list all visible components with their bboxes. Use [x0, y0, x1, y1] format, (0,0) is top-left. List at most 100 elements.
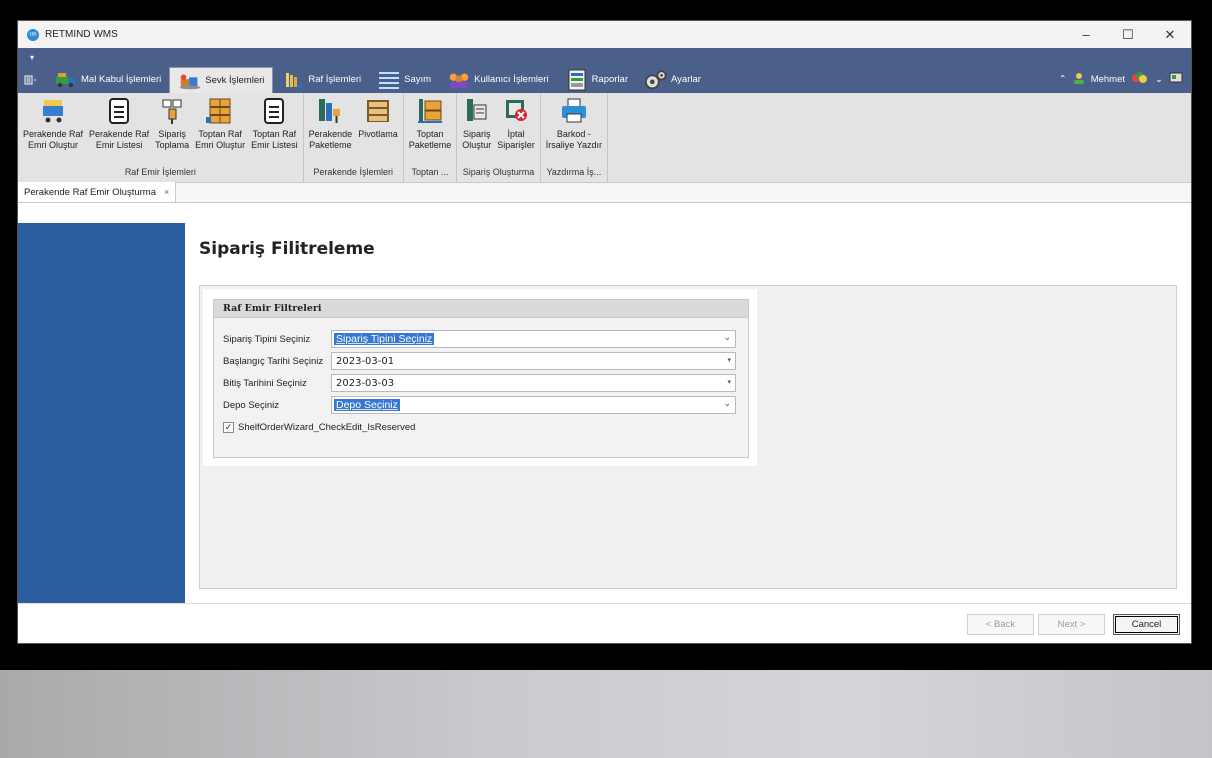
barkod-irsaliye-yazdir-button[interactable]: Barkod - İrsaliye Yazdır	[543, 93, 605, 165]
end-date-value: 2023-03-03	[336, 377, 395, 389]
gears-icon	[644, 69, 668, 90]
document-tab[interactable]: Perakende Raf Emir Oluşturma ×	[18, 182, 177, 202]
tab-raf[interactable]: Raf İşlemleri	[273, 66, 369, 93]
button-label-line1: Toptan Raf	[198, 129, 242, 139]
button-label-line1: Perakende Raf	[23, 129, 84, 139]
wizard-footer: < Back Next > Cancel	[18, 603, 1191, 643]
quick-access-menu-icon[interactable]: ▾	[30, 53, 34, 62]
button-label-line2: Emri Oluştur	[28, 140, 79, 150]
ribbon-group-yazdirma: Barkod - İrsaliye Yazdır Yazdırma İş...	[541, 93, 608, 182]
close-button[interactable]: ✕	[1149, 21, 1191, 48]
chevron-down-icon[interactable]: ⌄	[723, 332, 731, 343]
minimize-button[interactable]: –	[1065, 21, 1107, 48]
tab-label: Sayım	[404, 74, 432, 85]
dropdown-arrow-icon[interactable]: ▾	[727, 378, 731, 386]
back-button[interactable]: < Back	[967, 614, 1034, 635]
is-reserved-checkbox-row[interactable]: ✓ ShelfOrderWizard_CheckEdit_IsReserved	[223, 420, 415, 434]
button-label-line1: Pivotlama	[358, 129, 398, 139]
tab-ayarlar[interactable]: Ayarlar	[636, 66, 709, 93]
ribbon-group-siparis-olusturma: Sipariş Oluştur İptal Siparişler Sipariş…	[457, 93, 541, 182]
toptan-paketleme-button[interactable]: Toptan Paketleme	[406, 93, 455, 165]
perakende-raf-emir-listesi-button[interactable]: Perakende Raf Emir Listesi	[86, 93, 152, 165]
end-date-picker[interactable]: 2023-03-03 ▾	[331, 374, 736, 392]
toptan-raf-emir-listesi-button[interactable]: Toptan Raf Emir Listesi	[248, 93, 301, 165]
close-tab-icon[interactable]: ×	[164, 187, 169, 197]
pivotlama-button[interactable]: Pivotlama	[355, 93, 401, 165]
depot-value: Depo Seçiniz	[334, 399, 400, 411]
order-type-value: Sipariş Tipini Seçiniz	[334, 333, 435, 345]
depot-row: Depo Seçiniz Depo Seçiniz ⌄	[223, 396, 736, 414]
ribbon-group-raf-emir: Perakende Raf Emri Oluştur Perakende Raf…	[18, 93, 304, 182]
end-date-row: Bitiş Tarihini Seçiniz 2023-03-03 ▾	[223, 374, 736, 392]
button-label-line1: Sipariş	[463, 129, 491, 139]
cancel-button[interactable]: Cancel	[1113, 614, 1180, 635]
order-type-combobox[interactable]: Sipariş Tipini Seçiniz ⌄	[331, 330, 736, 348]
siparis-olustur-button[interactable]: Sipariş Oluştur	[459, 93, 494, 165]
user-area: ⌃ Mehmet ⌄	[1059, 66, 1183, 93]
depot-combobox[interactable]: Depo Seçiniz ⌄	[331, 396, 736, 414]
ribbon-group-label: Perakende İşlemleri	[313, 167, 393, 178]
desktop-background-strip	[0, 670, 1212, 758]
maximize-button[interactable]: ☐	[1107, 21, 1149, 48]
printer-icon	[560, 97, 588, 125]
dropdown-arrow-icon[interactable]: ▾	[727, 356, 731, 364]
next-button[interactable]: Next >	[1038, 614, 1105, 635]
perakende-raf-emri-olustur-button[interactable]: Perakende Raf Emri Oluştur	[20, 93, 86, 165]
tab-label: Raporlar	[591, 74, 628, 85]
ribbon-group-label: Yazdırma İş...	[546, 167, 602, 178]
collapse-ribbon-icon[interactable]: ⌃	[1059, 74, 1067, 85]
tab-raporlar[interactable]: Raporlar	[557, 66, 636, 93]
cart-icon	[39, 97, 67, 125]
truck-icon	[54, 70, 78, 90]
picking-icon	[158, 97, 186, 125]
window-title: RETMIND WMS	[45, 29, 118, 40]
tab-mal-kabul[interactable]: Mal Kabul İşlemleri	[46, 66, 169, 93]
siparis-toplama-button[interactable]: Sipariş Toplama	[152, 93, 192, 165]
filter-container: Raf Emir Filtreleri Sipariş Tipini Seçin…	[203, 289, 757, 466]
start-date-label: Başlangıç Tarihi Seçiniz	[223, 355, 324, 367]
button-label-line1: Perakende	[308, 129, 353, 139]
ribbon-panel: Perakende Raf Emri Oluştur Perakende Raf…	[18, 93, 1191, 183]
quick-access-toolbar: ▾	[18, 48, 1191, 66]
create-order-icon	[463, 97, 491, 125]
document-tab-label: Perakende Raf Emir Oluşturma	[24, 186, 156, 198]
button-label-line1: Barkod -	[556, 129, 591, 139]
end-date-label: Bitiş Tarihini Seçiniz	[223, 377, 307, 389]
wholesale-packaging-icon	[416, 97, 444, 125]
ribbon-group-label: Raf Emir İşlemleri	[124, 167, 196, 178]
wizard-side-panel	[18, 223, 185, 603]
pivot-shelf-icon	[364, 97, 392, 125]
packaging-icon	[316, 97, 344, 125]
tab-sevk[interactable]: Sevk İşlemleri	[169, 67, 274, 93]
user-name[interactable]: Mehmet	[1091, 74, 1125, 85]
skin-selector-icon[interactable]	[1131, 71, 1149, 88]
start-date-picker[interactable]: 2023-03-01 ▾	[331, 352, 736, 370]
button-label-line1: Toptan	[416, 129, 444, 139]
button-label-line2: Paketleme	[408, 140, 452, 150]
display-settings-icon[interactable]	[1169, 72, 1183, 87]
is-reserved-checkbox[interactable]: ✓	[223, 421, 234, 433]
toptan-raf-emri-olustur-button[interactable]: Toptan Raf Emri Oluştur	[192, 93, 248, 165]
perakende-paketleme-button[interactable]: Perakende Paketleme	[306, 93, 356, 165]
tab-sayim[interactable]: Sayım	[369, 66, 439, 93]
chevron-down-icon[interactable]: ⌄	[723, 398, 731, 409]
tab-kullanici[interactable]: Kullanıcı İşlemleri	[439, 66, 556, 93]
ribbon-tab-bar: Mal Kabul İşlemleri Sevk İşlemleri Raf İ…	[18, 66, 1191, 93]
order-type-row: Sipariş Tipini Seçiniz Sipariş Tipini Se…	[223, 330, 736, 348]
shelf-icon	[281, 70, 305, 90]
application-menu-button[interactable]	[24, 66, 38, 93]
warehouse-shelf-icon	[206, 97, 234, 125]
filter-groupbox-header: Raf Emir Filtreleri	[214, 300, 748, 318]
iptal-siparisler-button[interactable]: İptal Siparişler	[494, 93, 538, 165]
button-label-line2: Emir Listesi	[251, 140, 298, 150]
document-list-icon	[105, 97, 133, 125]
ribbon-group-toptan: Toptan Paketleme Toptan ...	[404, 93, 458, 182]
button-label-line1: İptal	[507, 129, 525, 139]
tab-label: Ayarlar	[671, 74, 701, 85]
count-list-icon	[377, 70, 401, 90]
chevron-down-icon[interactable]: ⌄	[1155, 74, 1163, 85]
filter-groupbox: Raf Emir Filtreleri Sipariş Tipini Seçin…	[213, 299, 749, 458]
user-icon	[1073, 72, 1085, 87]
button-label-line2: Emir Listesi	[95, 140, 143, 150]
app-window: rm RETMIND WMS – ☐ ✕ ▾ Mal Kabul İşlemle…	[17, 20, 1192, 644]
